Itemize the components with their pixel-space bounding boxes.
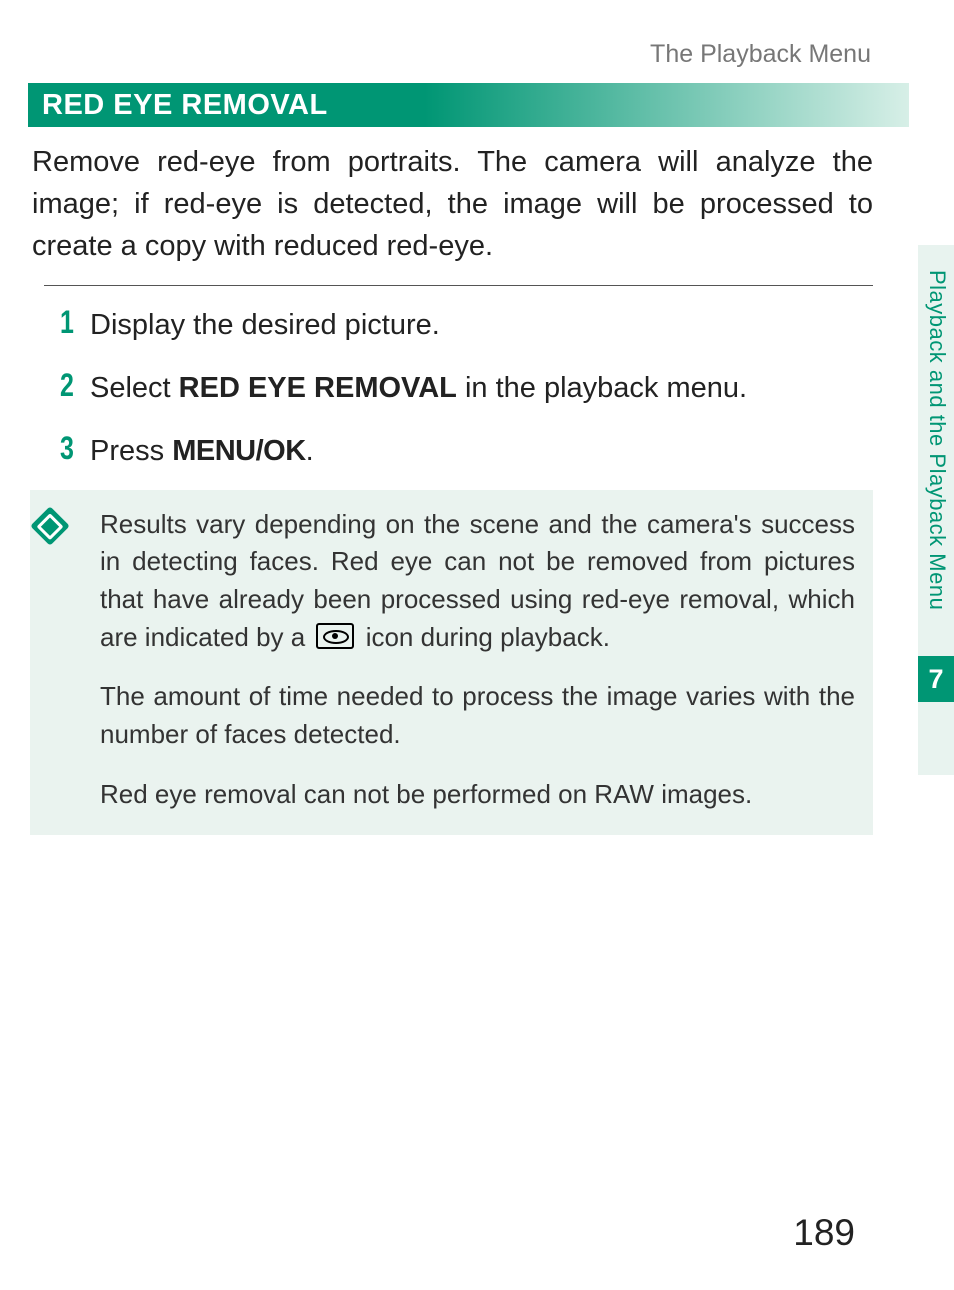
text-suffix: in the playback menu. (457, 372, 747, 404)
note-paragraph-2: The amount of time needed to process the… (100, 678, 855, 753)
intro-paragraph: Remove red-eye from portraits. The camer… (0, 127, 895, 285)
steps-list: 1 Display the desired picture. 2 Select … (44, 285, 873, 489)
section-heading: RED EYE REMOVAL (28, 83, 909, 127)
step-number: 2 (49, 369, 85, 401)
step-3: 3 Press MENU/OK. (44, 426, 873, 489)
note-paragraph-3: Red eye removal can not be performed on … (100, 776, 855, 814)
side-panel: Playback and the Playback Menu 7 (895, 0, 954, 1250)
breadcrumb: The Playback Menu (0, 40, 895, 83)
text-prefix: Select (90, 372, 179, 404)
step-2: 2 Select RED EYE REMOVAL in the playback… (44, 363, 873, 426)
step-1: 1 Display the desired picture. (44, 300, 873, 363)
eye-icon (316, 623, 354, 649)
step-text: Press MENU/OK. (90, 432, 873, 471)
text-suffix: . (306, 435, 314, 467)
text-bold: MENU/OK (172, 435, 305, 467)
text-bold: RED EYE REMOVAL (179, 372, 457, 404)
text-prefix: Press (90, 435, 172, 467)
note-text: icon during playback. (358, 622, 609, 652)
step-number: 3 (49, 432, 85, 464)
note-box: Results vary depending on the scene and … (30, 490, 873, 836)
chapter-tab: 7 (918, 656, 954, 702)
step-text: Select RED EYE REMOVAL in the playback m… (90, 369, 873, 408)
side-label: Playback and the Playback Menu (924, 270, 950, 610)
page-number: 189 (793, 1212, 855, 1254)
step-text: Display the desired picture. (90, 306, 873, 345)
note-paragraph-1: Results vary depending on the scene and … (100, 506, 855, 657)
step-number: 1 (49, 306, 85, 338)
note-icon (30, 506, 70, 546)
